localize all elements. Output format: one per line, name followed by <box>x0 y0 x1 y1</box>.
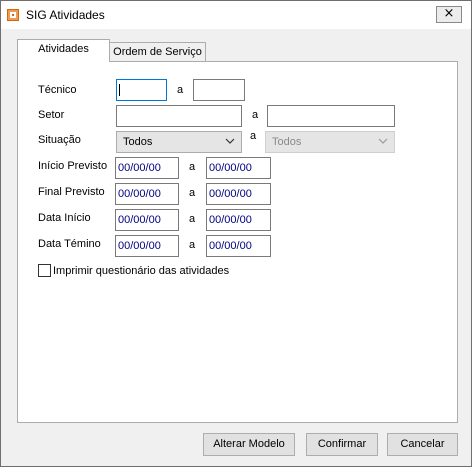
final-previsto-label: Final Previsto <box>38 186 105 198</box>
alterar-modelo-button[interactable]: Alterar Modelo <box>203 433 295 456</box>
tecnico-label: Técnico <box>38 84 77 96</box>
data-inicio-label: Data Início <box>38 212 91 224</box>
chevron-down-icon <box>225 138 235 144</box>
final-previsto-separator: a <box>189 187 196 199</box>
final-previsto-from-input[interactable]: 00/00/00 <box>115 183 179 205</box>
situacao-from-select[interactable]: Todos <box>116 131 242 153</box>
situacao-to-value: Todos <box>272 136 302 148</box>
data-termino-to-input[interactable]: 00/00/00 <box>206 235 271 257</box>
chevron-down-icon <box>378 138 388 144</box>
inicio-previsto-separator: a <box>189 161 196 173</box>
data-termino-separator: a <box>189 239 196 251</box>
cancelar-button[interactable]: Cancelar <box>387 433 458 456</box>
app-icon <box>7 9 19 21</box>
tecnico-separator: a <box>177 84 184 96</box>
situacao-separator: a <box>250 130 257 142</box>
data-inicio-from-input[interactable]: 00/00/00 <box>115 209 179 231</box>
inicio-previsto-from-input[interactable]: 00/00/00 <box>115 157 179 179</box>
setor-to-input[interactable] <box>267 105 395 127</box>
situacao-from-value: Todos <box>123 136 153 148</box>
situacao-label: Situação <box>38 134 81 146</box>
imprimir-questionario-label[interactable]: Imprimir questionário das atividades <box>53 265 229 277</box>
data-inicio-separator: a <box>189 213 196 225</box>
situacao-to-select: Todos <box>265 131 395 153</box>
confirmar-button[interactable]: Confirmar <box>306 433 378 456</box>
setor-from-input[interactable] <box>116 105 242 127</box>
text-caret <box>119 84 120 96</box>
close-icon: × <box>443 6 455 21</box>
data-termino-label: Data Témino <box>38 238 101 250</box>
window-title: SIG Atividades <box>26 8 105 22</box>
title-bar: SIG Atividades × <box>1 1 471 29</box>
tab-ordem-de-servico[interactable]: Ordem de Serviço <box>110 42 206 62</box>
tecnico-to-input[interactable] <box>193 79 245 101</box>
tab-atividades[interactable]: Atividades <box>17 39 110 62</box>
data-termino-from-input[interactable]: 00/00/00 <box>115 235 179 257</box>
tecnico-from-input[interactable] <box>116 79 167 101</box>
dialog-window: SIG Atividades × Atividades Ordem de Ser… <box>0 0 472 467</box>
setor-label: Setor <box>38 109 65 121</box>
inicio-previsto-to-input[interactable]: 00/00/00 <box>206 157 271 179</box>
setor-separator: a <box>252 109 259 121</box>
close-button[interactable]: × <box>436 6 462 23</box>
inicio-previsto-label: Início Previsto <box>38 160 108 172</box>
imprimir-questionario-checkbox[interactable] <box>38 264 51 277</box>
data-inicio-to-input[interactable]: 00/00/00 <box>206 209 271 231</box>
final-previsto-to-input[interactable]: 00/00/00 <box>206 183 271 205</box>
